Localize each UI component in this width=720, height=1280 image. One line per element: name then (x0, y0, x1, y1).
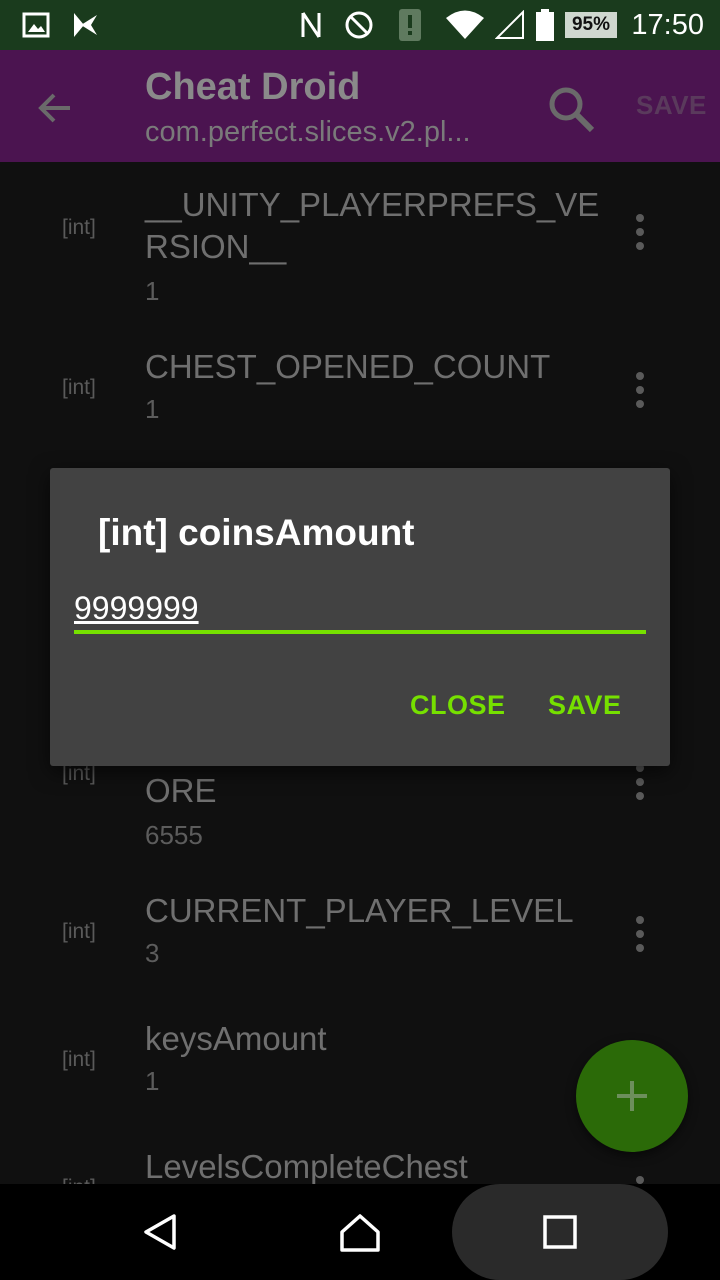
add-fab-button[interactable] (576, 1040, 688, 1152)
recents-icon[interactable] (520, 1184, 600, 1280)
close-button[interactable]: CLOSE (410, 690, 506, 721)
edit-value-dialog: [int] coinsAmount CLOSE SAVE (50, 468, 670, 766)
back-icon[interactable] (120, 1184, 200, 1280)
home-icon[interactable] (320, 1184, 400, 1280)
value-input[interactable] (74, 582, 646, 634)
navigation-bar (0, 1184, 720, 1280)
dialog-title: [int] coinsAmount (98, 512, 415, 553)
input-underline (74, 630, 646, 634)
save-button[interactable]: SAVE (548, 690, 622, 721)
